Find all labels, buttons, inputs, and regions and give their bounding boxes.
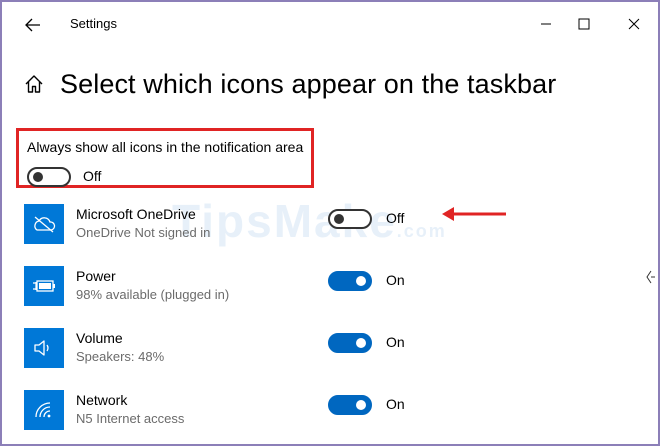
item-name: Network: [76, 392, 128, 408]
list-item-power: Power 98% available (plugged in) On: [24, 264, 644, 314]
item-name: Volume: [76, 330, 123, 346]
wifi-icon: [35, 402, 51, 418]
page-header: Select which icons appear on the taskbar: [24, 64, 556, 104]
maximize-button[interactable]: [564, 10, 604, 38]
page-title: Select which icons appear on the taskbar: [60, 68, 557, 99]
item-state: On: [386, 396, 405, 412]
always-show-highlight: Always show all icons in the notificatio…: [16, 128, 314, 188]
back-button[interactable]: [18, 12, 48, 38]
list-item-network: Network N5 Internet access On: [24, 388, 644, 438]
onedrive-toggle[interactable]: [328, 209, 372, 229]
item-status: OneDrive Not signed in: [76, 225, 211, 240]
close-icon: [628, 18, 640, 30]
toggle-knob: [356, 400, 366, 410]
onedrive-tile: [24, 204, 64, 244]
title-bar: Settings: [2, 2, 658, 46]
item-state: On: [386, 272, 405, 288]
battery-icon: [33, 280, 55, 292]
window-title: Settings: [70, 16, 117, 31]
item-status: 98% available (plugged in): [76, 287, 230, 302]
resize-cursor-icon: [646, 270, 655, 284]
item-status: Speakers: 48%: [76, 349, 165, 364]
list-item-volume: Volume Speakers: 48% On: [24, 326, 644, 376]
minimize-button[interactable]: [526, 10, 566, 38]
always-show-label: Always show all icons in the notificatio…: [27, 139, 304, 155]
item-name: Power: [76, 268, 116, 284]
red-arrow-icon: [442, 207, 506, 221]
item-state: Off: [386, 210, 405, 226]
item-status: N5 Internet access: [76, 411, 185, 426]
toggle-knob: [33, 172, 43, 182]
always-show-toggle[interactable]: [27, 167, 71, 187]
maximize-icon: [578, 18, 590, 30]
network-toggle[interactable]: [328, 395, 372, 415]
onedrive-icon: [34, 216, 56, 233]
volume-tile: [24, 328, 64, 368]
back-arrow-icon: [25, 18, 40, 32]
power-tile: [24, 266, 64, 306]
power-toggle[interactable]: [328, 271, 372, 291]
close-button[interactable]: [614, 10, 654, 38]
item-name: Microsoft OneDrive: [76, 206, 196, 222]
toggle-knob: [356, 276, 366, 286]
always-show-state: Off: [83, 168, 102, 184]
volume-toggle[interactable]: [328, 333, 372, 353]
home-icon: [24, 73, 46, 95]
speaker-icon: [34, 340, 49, 356]
toggle-knob: [334, 214, 344, 224]
network-tile: [24, 390, 64, 430]
settings-window: Settings Select which icons appear on th…: [0, 0, 660, 446]
item-state: On: [386, 334, 405, 350]
toggle-knob: [356, 338, 366, 348]
minimize-icon: [541, 23, 551, 25]
list-item-onedrive: Microsoft OneDrive OneDrive Not signed i…: [24, 202, 644, 252]
